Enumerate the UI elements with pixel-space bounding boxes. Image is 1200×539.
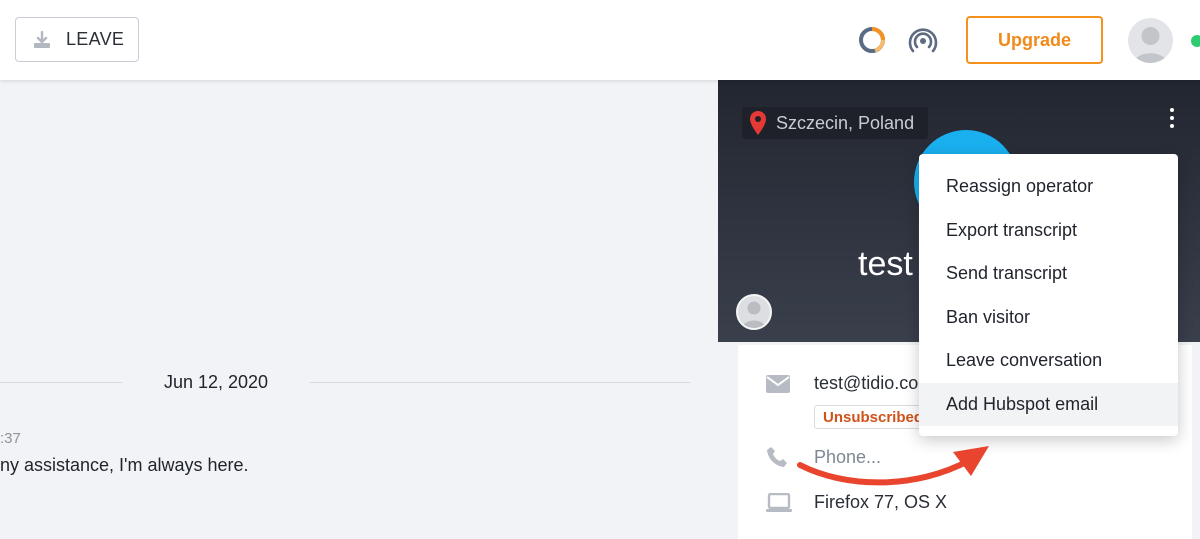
annotation-arrow-icon — [797, 446, 989, 486]
upgrade-button[interactable]: Upgrade — [966, 16, 1103, 64]
visitor-name: test — [858, 245, 913, 283]
location-text: Szczecin, Poland — [776, 112, 915, 133]
email-text[interactable]: test@tidio.co — [814, 373, 918, 394]
download-icon — [34, 30, 50, 48]
unsubscribed-badge: Unsubscribed — [814, 405, 933, 429]
message-timestamp: :37 — [0, 430, 21, 447]
loading-ring-icon[interactable] — [857, 25, 887, 55]
menu-item-export-transcript[interactable]: Export transcript — [919, 209, 1178, 253]
phone-icon — [767, 447, 787, 467]
message-text: ny assistance, I'm always here. — [0, 455, 249, 475]
online-status-dot — [1191, 35, 1200, 47]
more-options-menu: Reassign operator Export transcript Send… — [919, 154, 1178, 436]
leave-button[interactable]: LEAVE — [15, 17, 139, 62]
top-bar: LEAVE Upgrade — [0, 0, 1200, 80]
broadcast-icon[interactable] — [907, 24, 939, 56]
menu-item-ban-visitor[interactable]: Ban visitor — [919, 296, 1178, 340]
menu-item-add-hubspot-email[interactable]: Add Hubspot email — [919, 382, 1178, 426]
date-divider: Jun 12, 2020 — [163, 372, 269, 392]
more-options-icon[interactable] — [1166, 108, 1178, 134]
conversation-area: Jun 12, 2020 :37 ny assistance, I'm alwa… — [0, 80, 718, 539]
operator-avatar[interactable] — [1128, 18, 1173, 63]
assigned-operator-avatar[interactable] — [736, 294, 772, 330]
user-silhouette-icon — [1134, 27, 1167, 63]
envelope-icon — [766, 375, 790, 393]
leave-label: LEAVE — [66, 29, 125, 49]
location-badge: Szczecin, Poland — [742, 107, 929, 139]
menu-item-reassign-operator[interactable]: Reassign operator — [919, 165, 1178, 209]
laptop-icon — [766, 493, 792, 512]
date-divider-line-left — [0, 382, 122, 383]
user-silhouette-icon — [742, 301, 766, 328]
menu-item-send-transcript[interactable]: Send transcript — [919, 252, 1178, 296]
menu-item-leave-conversation[interactable]: Leave conversation — [919, 339, 1178, 383]
date-divider-line-right — [310, 382, 690, 383]
map-pin-icon — [750, 111, 766, 135]
